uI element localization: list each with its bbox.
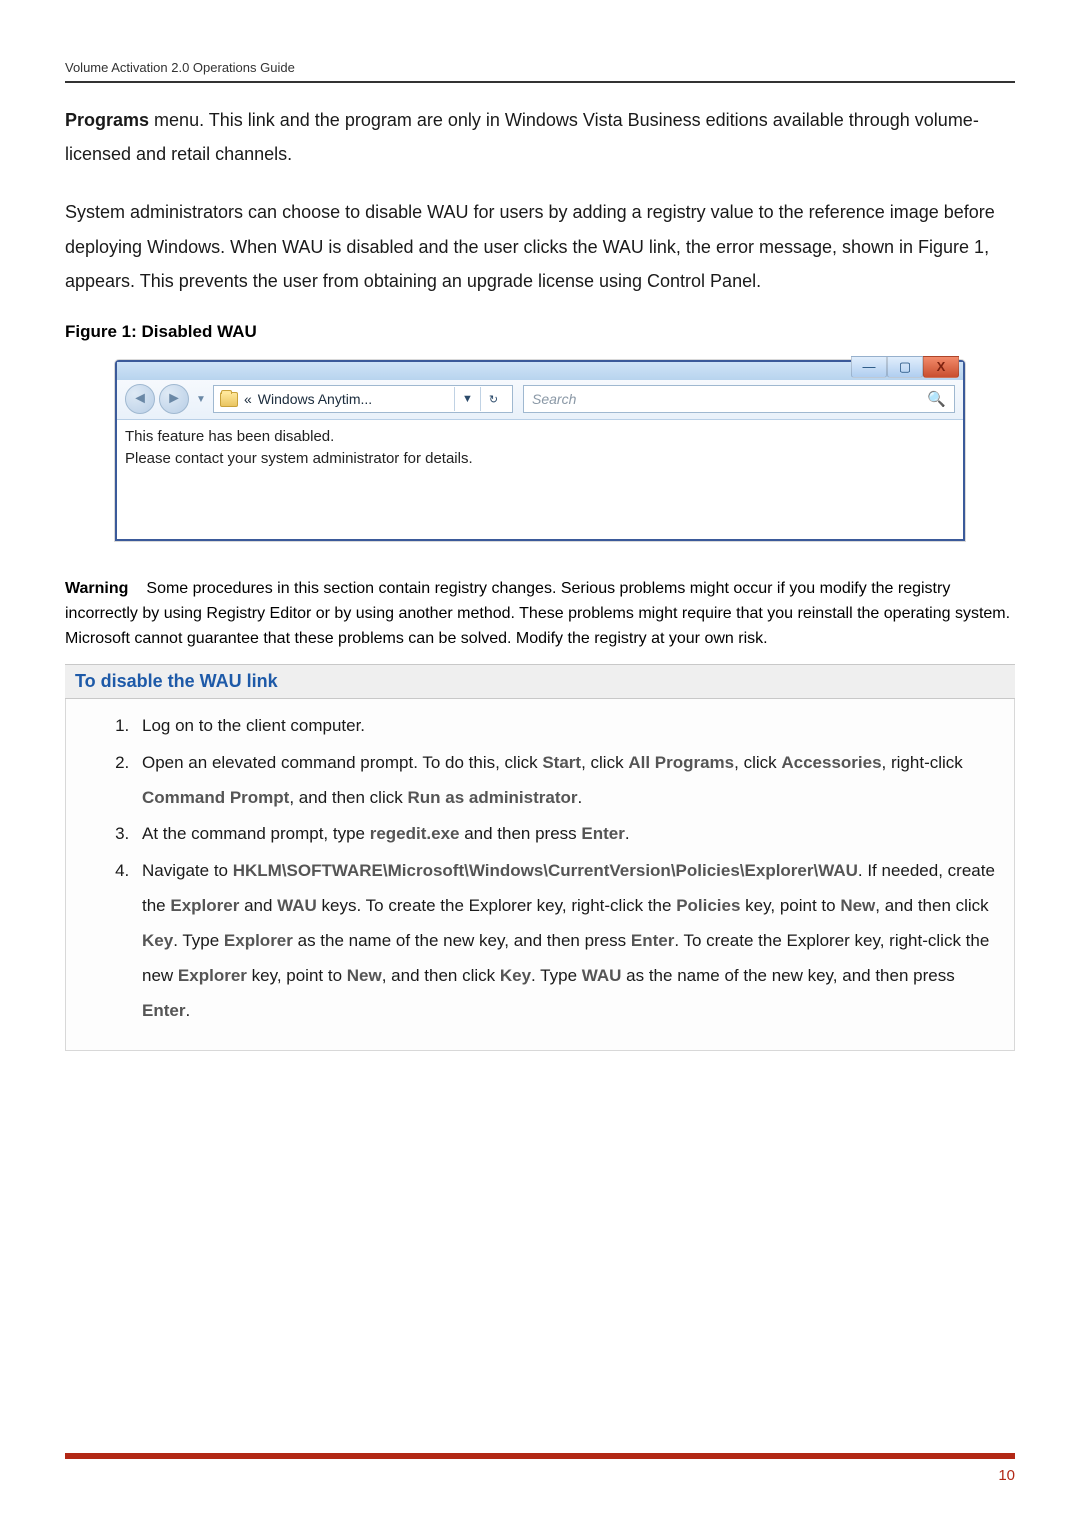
step4-text-d: keys. To create the Explorer key, right-… xyxy=(317,896,676,915)
window-frame: — ▢ X ◄ ► ▼ « Windows Anytim... ▼ ↻ Sear… xyxy=(115,360,965,542)
folder-icon xyxy=(220,392,238,407)
kw-enter-2: Enter xyxy=(142,1001,185,1020)
disabled-message-line1: This feature has been disabled. xyxy=(125,426,955,448)
kw-all-programs: All Programs xyxy=(628,753,734,772)
back-button[interactable]: ◄ xyxy=(125,384,155,414)
step-4: Navigate to HKLM\SOFTWARE\Microsoft\Wind… xyxy=(134,854,1002,1028)
breadcrumb-dropdown-icon[interactable]: ▼ xyxy=(454,387,480,411)
kw-command-prompt: Command Prompt xyxy=(142,788,289,807)
kw-enter-1: Enter xyxy=(631,931,674,950)
kw-explorer-2: Explorer xyxy=(224,931,293,950)
breadcrumb-address[interactable]: « Windows Anytim... ▼ ↻ xyxy=(213,385,513,413)
breadcrumb-right-controls: ▼ ↻ xyxy=(454,387,506,411)
warning-label: Warning xyxy=(65,580,128,597)
procedure-steps: Log on to the client computer. Open an e… xyxy=(134,709,1002,1029)
step4-text-g: . Type xyxy=(173,931,224,950)
close-button[interactable]: X xyxy=(923,356,959,378)
disabled-message-line2: Please contact your system administrator… xyxy=(125,448,955,470)
intro-text-1: menu. This link and the program are only… xyxy=(65,110,979,164)
step2-text-f: . xyxy=(578,788,583,807)
step3-text-b: and then press xyxy=(459,824,581,843)
search-placeholder: Search xyxy=(532,391,576,407)
kw-accessories: Accessories xyxy=(781,753,881,772)
intro-para-2: System administrators can choose to disa… xyxy=(65,195,1015,298)
refresh-icon[interactable]: ↻ xyxy=(480,387,506,411)
kw-wau-2: WAU xyxy=(582,966,622,985)
programs-keyword: Programs xyxy=(65,110,149,130)
kw-start: Start xyxy=(542,753,581,772)
kw-wau-1: WAU xyxy=(277,896,317,915)
step4-text-a: Navigate to xyxy=(142,861,233,880)
figure-screenshot: — ▢ X ◄ ► ▼ « Windows Anytim... ▼ ↻ Sear… xyxy=(115,360,965,542)
step3-text-c: . xyxy=(625,824,630,843)
step4-text-e: key, point to xyxy=(740,896,840,915)
search-input[interactable]: Search 🔍 xyxy=(523,385,955,413)
step2-text-d: , right-click xyxy=(882,753,963,772)
minimize-button[interactable]: — xyxy=(851,356,887,378)
step-3: At the command prompt, type regedit.exe … xyxy=(134,817,1002,852)
step2-text-c: , click xyxy=(734,753,781,772)
step4-text-j: key, point to xyxy=(247,966,347,985)
step2-text-a: Open an elevated command prompt. To do t… xyxy=(142,753,542,772)
step2-text-b: , click xyxy=(581,753,628,772)
window-controls: — ▢ X xyxy=(851,356,959,378)
nav-history-dropdown[interactable]: ▼ xyxy=(193,384,209,414)
procedure-title-row: To disable the WAU link xyxy=(65,665,1015,699)
kw-run-as-admin: Run as administrator xyxy=(407,788,577,807)
kw-policies: Policies xyxy=(676,896,740,915)
procedure-title: To disable the WAU link xyxy=(75,671,278,691)
window-content: This feature has been disabled. Please c… xyxy=(117,420,963,540)
step4-text-l: . Type xyxy=(531,966,582,985)
step4-text-n: . xyxy=(185,1001,190,1020)
breadcrumb-prefix: « xyxy=(244,391,252,407)
step4-text-c: and xyxy=(239,896,277,915)
procedure-body: Log on to the client computer. Open an e… xyxy=(65,699,1015,1052)
kw-reg-path: HKLM\SOFTWARE\Microsoft\Windows\CurrentV… xyxy=(233,861,858,880)
kw-key-2: Key xyxy=(500,966,531,985)
step4-text-k: , and then click xyxy=(382,966,500,985)
step3-text-a: At the command prompt, type xyxy=(142,824,370,843)
kw-key-1: Key xyxy=(142,931,173,950)
kw-new-2: New xyxy=(347,966,382,985)
step-1: Log on to the client computer. xyxy=(134,709,1002,744)
warning-text: Some procedures in this section contain … xyxy=(65,580,1010,647)
step4-text-m: as the name of the new key, and then pre… xyxy=(621,966,954,985)
nav-toolbar: ◄ ► ▼ « Windows Anytim... ▼ ↻ Search 🔍 xyxy=(117,380,963,420)
step4-text-f: , and then click xyxy=(875,896,988,915)
step2-text-e: , and then click xyxy=(289,788,407,807)
window-titlebar: — ▢ X xyxy=(117,362,963,380)
kw-regedit: regedit.exe xyxy=(370,824,460,843)
page-header: Volume Activation 2.0 Operations Guide xyxy=(65,60,1015,83)
kw-explorer-1: Explorer xyxy=(170,896,239,915)
intro-para-1: Programs menu. This link and the program… xyxy=(65,103,1015,171)
kw-enter: Enter xyxy=(581,824,624,843)
forward-button[interactable]: ► xyxy=(159,384,189,414)
page-footer: 10 xyxy=(65,1453,1015,1484)
breadcrumb-text: Windows Anytim... xyxy=(258,391,372,407)
search-icon: 🔍 xyxy=(927,390,946,408)
warning-paragraph: WarningSome procedures in this section c… xyxy=(65,577,1015,651)
figure-caption: Figure 1: Disabled WAU xyxy=(65,322,1015,342)
kw-explorer-3: Explorer xyxy=(178,966,247,985)
maximize-button[interactable]: ▢ xyxy=(887,356,923,378)
kw-new-1: New xyxy=(840,896,875,915)
page-number: 10 xyxy=(998,1467,1015,1484)
procedure-box: To disable the WAU link Log on to the cl… xyxy=(65,664,1015,1052)
step4-text-h: as the name of the new key, and then pre… xyxy=(293,931,631,950)
step-2: Open an elevated command prompt. To do t… xyxy=(134,746,1002,816)
